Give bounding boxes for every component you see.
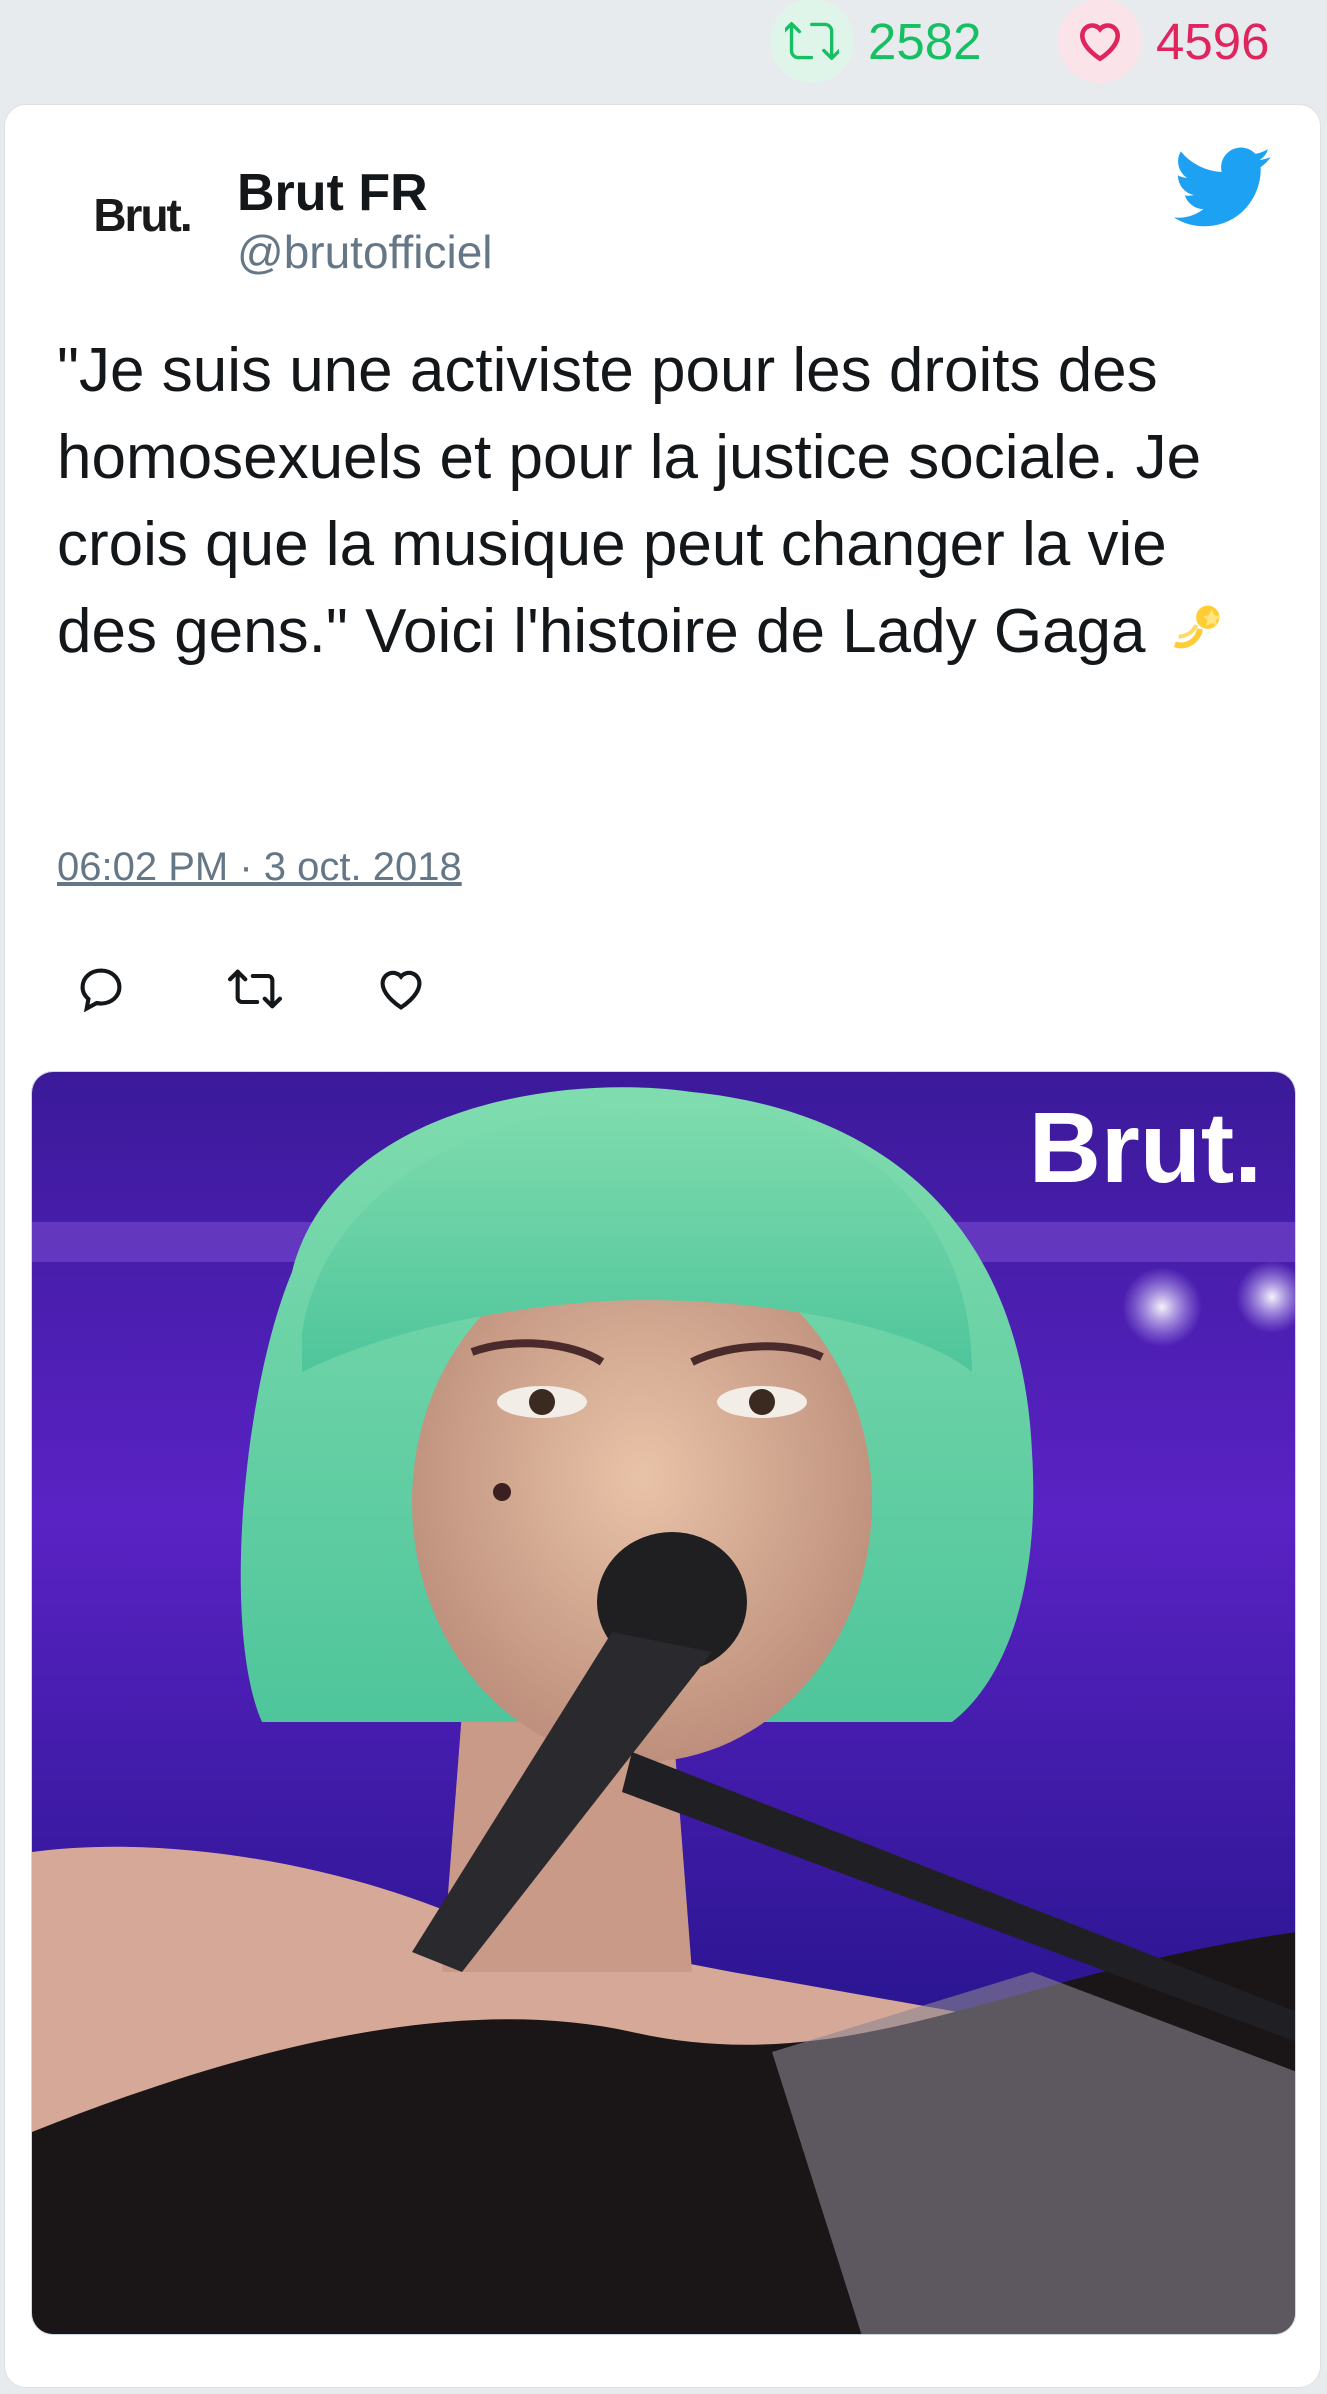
avatar-logo-text: Brut. [93,189,192,241]
engagement-header: 2582 4596 [0,0,1327,100]
tweet-card: Brut. Brut FR @brutofficiel "Je suis une… [4,104,1321,2388]
retweet-icon [770,0,854,83]
media-watermark: Brut. [1029,1092,1262,1204]
retweet-button[interactable] [225,951,375,1031]
tweet-text-body: "Je suis une activiste pour les droits d… [57,336,1202,666]
author-handle[interactable]: @brutofficiel [237,225,493,279]
like-count: 4596 [1156,12,1270,70]
reply-button[interactable] [75,951,225,1031]
tweet-text: "Je suis une activiste pour les droits d… [57,327,1267,679]
avatar[interactable]: Brut. [57,153,227,277]
retweet-action-icon [225,963,285,1020]
like-count-stat[interactable]: 4596 [1058,0,1270,83]
like-icon [375,963,427,1020]
retweet-count: 2582 [868,12,982,70]
reply-icon [75,963,127,1020]
tweet-timestamp[interactable]: 06:02 PM · 3 oct. 2018 [57,845,462,890]
like-button[interactable] [375,951,525,1031]
twitter-bird-icon[interactable] [1173,145,1273,227]
author-name[interactable]: Brut FR [237,163,428,223]
tweet-media-image[interactable]: Brut. [31,1071,1296,2335]
heart-icon [1058,0,1142,83]
tweet-actions [57,951,525,1031]
dizzy-emoji-icon [1169,592,1231,679]
retweet-count-stat[interactable]: 2582 [770,0,982,83]
